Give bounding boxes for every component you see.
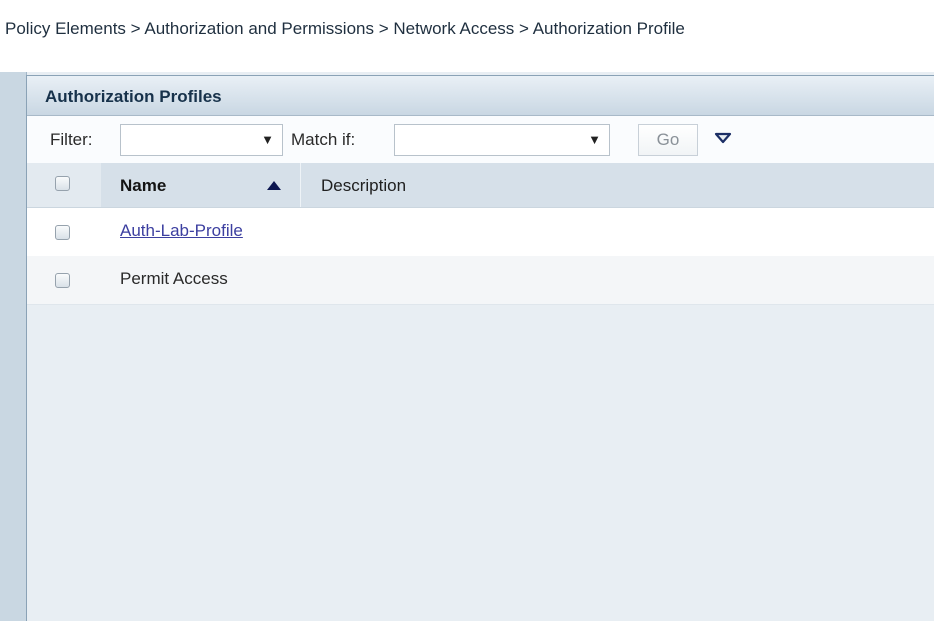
name-column-label: Name xyxy=(120,176,167,195)
header-select-all-cell xyxy=(27,163,101,207)
row-checkbox[interactable] xyxy=(55,273,70,288)
match-if-select-arrow-icon: ▼ xyxy=(588,132,601,147)
go-button[interactable]: Go xyxy=(638,124,698,156)
row-checkbox[interactable] xyxy=(55,225,70,240)
authorization-profiles-page: Policy Elements > Authorization and Perm… xyxy=(0,0,934,621)
description-column-header[interactable]: Description xyxy=(321,176,406,196)
filter-label: Filter: xyxy=(50,130,93,149)
filter-select-arrow-icon: ▼ xyxy=(261,132,274,147)
panel-title: Authorization Profiles xyxy=(45,87,222,106)
authorization-profiles-panel: Authorization Profiles Filter: ▼ Match i… xyxy=(26,75,934,621)
left-navigation-stripe xyxy=(0,72,27,621)
name-column-header[interactable]: Name xyxy=(101,163,301,207)
profile-name: Permit Access xyxy=(120,269,228,288)
filter-toolbar: Filter: ▼ Match if: ▼ Go xyxy=(27,116,934,164)
profiles-table-header: Name Description xyxy=(27,163,934,208)
select-all-checkbox[interactable] xyxy=(55,176,70,191)
profile-name-link[interactable]: Auth-Lab-Profile xyxy=(120,221,243,241)
panel-title-bar: Authorization Profiles xyxy=(27,76,934,116)
table-row[interactable]: Permit Access xyxy=(27,256,934,305)
filter-select[interactable]: ▼ xyxy=(120,124,283,156)
sort-ascending-icon[interactable] xyxy=(267,181,281,190)
row-checkbox-cell xyxy=(27,256,101,304)
table-row[interactable]: Auth-Lab-Profile xyxy=(27,208,934,257)
filter-options-toggle-icon[interactable] xyxy=(713,130,733,148)
empty-table-area xyxy=(27,305,934,621)
match-if-select[interactable]: ▼ xyxy=(394,124,610,156)
match-if-label: Match if: xyxy=(291,130,356,149)
breadcrumb: Policy Elements > Authorization and Perm… xyxy=(5,19,685,38)
row-checkbox-cell xyxy=(27,208,101,256)
